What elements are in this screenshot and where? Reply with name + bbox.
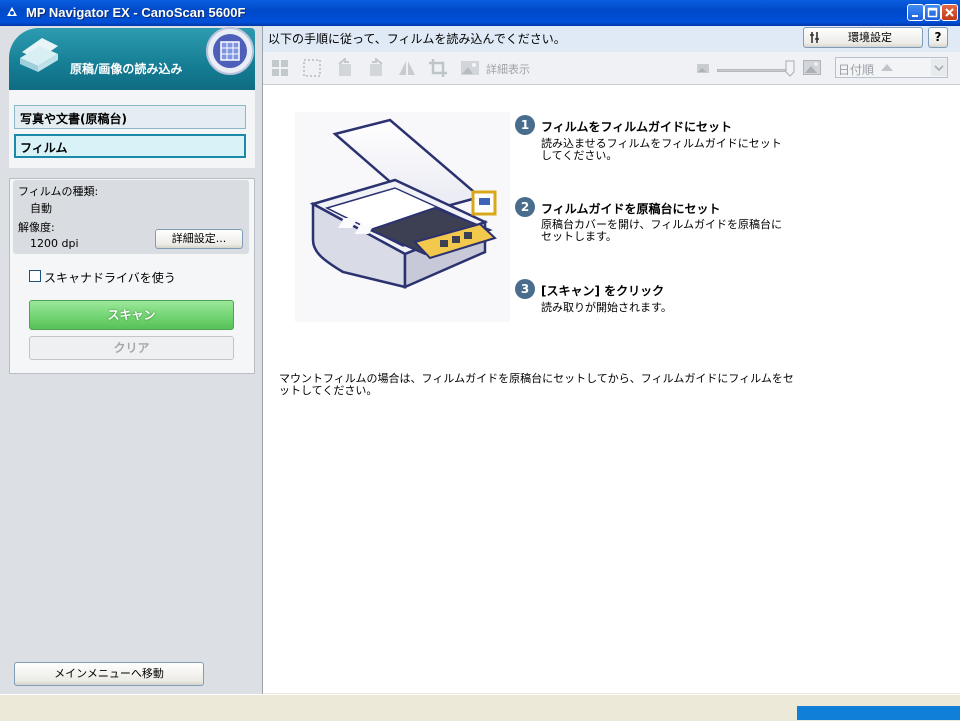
maximize-icon: [927, 7, 938, 18]
step-3-number: 3: [515, 279, 535, 299]
close-icon: [945, 8, 954, 17]
environment-settings-label: 環境設定: [848, 31, 892, 44]
step-1-number: 1: [515, 115, 535, 135]
minimize-button[interactable]: [907, 4, 924, 21]
grid-view-icon[interactable]: [270, 58, 290, 78]
step-3-title: [スキャン] をクリック: [541, 284, 665, 298]
scanner-driver-checkbox[interactable]: [29, 270, 41, 282]
detail-view-label[interactable]: 詳細表示: [486, 61, 530, 77]
minimize-icon: [912, 15, 918, 17]
film-scanner-illustration: [295, 112, 510, 322]
zoom-slider-track[interactable]: [717, 69, 792, 72]
instruction-text: 以下の手順に従って、フィルムを読み込んでください。: [268, 32, 566, 46]
mode-item-film[interactable]: フィルム: [14, 134, 246, 158]
detail-view-icon[interactable]: [460, 58, 480, 78]
crop-icon[interactable]: [428, 58, 448, 78]
scan-button[interactable]: スキャン: [29, 300, 234, 330]
film-type-value: 自動: [30, 202, 52, 215]
clear-button: クリア: [29, 336, 234, 360]
resolution-label: 解像度:: [18, 221, 55, 234]
mode-header-title: 原稿/画像の読み込み: [70, 62, 183, 76]
close-button[interactable]: [941, 4, 958, 21]
thumbnail-icon[interactable]: [302, 58, 322, 78]
environment-settings-button[interactable]: 環境設定: [803, 27, 923, 48]
step-1-description: 読み込ませるフィルムをフィルムガイドにセットしてください。: [541, 137, 782, 162]
zoom-small-icon: [697, 64, 709, 73]
film-type-label: フィルムの種類:: [18, 185, 99, 198]
scanner-icon: [20, 38, 58, 72]
mode-item-photo-document[interactable]: 写真や文書(原稿台): [14, 105, 246, 129]
mount-film-note: マウントフィルムの場合は、フィルムガイドを原稿台にセットしてから、フィルムガイド…: [279, 372, 794, 397]
env-settings-icon: [810, 32, 819, 43]
main-menu-button[interactable]: メインメニューへ移動: [14, 662, 204, 686]
rotate-left-icon[interactable]: [335, 58, 355, 78]
zoom-slider-thumb[interactable]: [785, 60, 795, 77]
step-2-description: 原稿台カバーを開け、フィルムガイドを原稿台にセットします。: [541, 218, 783, 243]
step-3-description: 読み取りが開始されます。: [541, 301, 672, 314]
app-icon: [7, 7, 17, 16]
resolution-value: 1200 dpi: [30, 237, 79, 250]
detail-settings-button[interactable]: 詳細設定...: [155, 229, 243, 249]
step-2-number: 2: [515, 197, 535, 217]
rotate-right-icon[interactable]: [366, 58, 386, 78]
chevron-down-icon[interactable]: [931, 59, 947, 76]
help-icon: ?: [934, 30, 942, 44]
window-title: MP Navigator EX - CanoScan 5600F: [26, 5, 246, 20]
taskbar-tray: [797, 706, 960, 720]
help-button[interactable]: ?: [928, 27, 948, 48]
step-1-title: フィルムをフィルムガイドにセット: [541, 120, 733, 134]
scan-mode-badge-icon: [206, 27, 254, 75]
maximize-button[interactable]: [924, 4, 941, 21]
sort-order-value: 日付順: [838, 63, 875, 77]
scanner-driver-label[interactable]: スキャナドライバを使う: [44, 269, 176, 286]
sort-ascending-icon[interactable]: [880, 63, 894, 72]
mirror-icon[interactable]: [397, 58, 417, 78]
zoom-large-icon: [803, 60, 821, 75]
step-2-title: フィルムガイドを原稿台にセット: [541, 202, 721, 216]
